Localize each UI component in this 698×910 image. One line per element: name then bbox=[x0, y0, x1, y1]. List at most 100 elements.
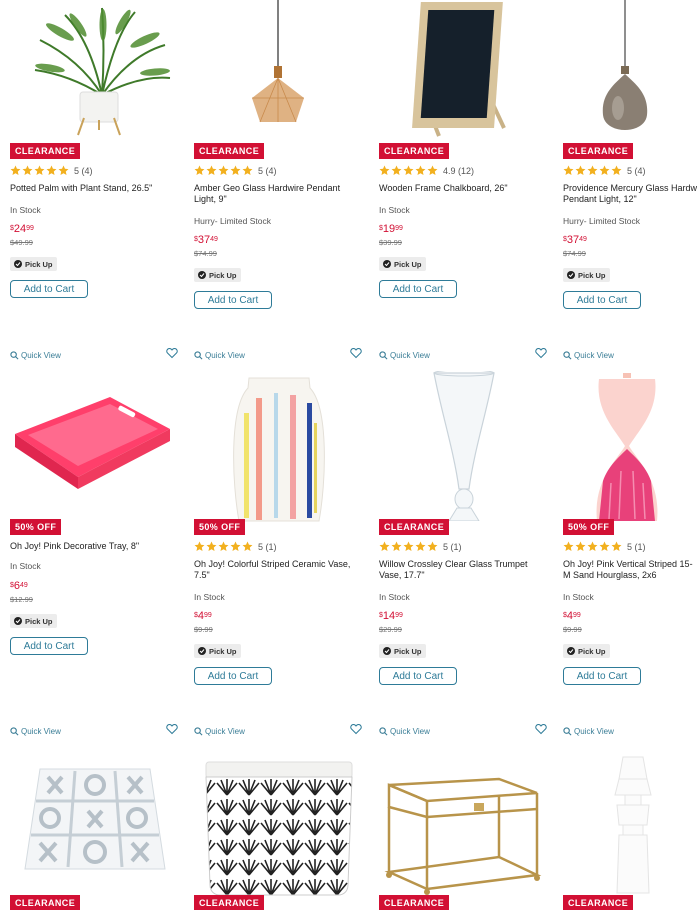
star-icon bbox=[194, 541, 205, 551]
pickup-tag: Pick Up bbox=[379, 644, 426, 658]
add-to-cart-button[interactable]: Add to Cart bbox=[563, 667, 641, 685]
heart-icon[interactable] bbox=[535, 723, 547, 735]
star-rating-icon bbox=[563, 165, 622, 176]
product-name[interactable]: Willow Crossley Clear Glass Trumpet Vase… bbox=[379, 559, 544, 581]
star-rating-icon bbox=[563, 541, 622, 552]
add-to-cart-button[interactable]: Add to Cart bbox=[194, 291, 272, 309]
check-icon bbox=[198, 271, 206, 279]
rating[interactable]: 5 (4) bbox=[194, 165, 277, 176]
product-image-tic-tac-toe[interactable] bbox=[10, 749, 180, 889]
star-icon bbox=[206, 165, 217, 175]
product-image-white-candle[interactable] bbox=[563, 755, 698, 895]
pickup-tag: Pick Up bbox=[10, 257, 57, 271]
star-icon bbox=[427, 541, 438, 551]
check-icon bbox=[567, 647, 575, 655]
pickup-tag: Pick Up bbox=[10, 614, 57, 628]
add-to-cart-button[interactable]: Add to Cart bbox=[10, 637, 88, 655]
star-icon bbox=[22, 165, 33, 175]
product-image-hourglass[interactable] bbox=[563, 371, 698, 521]
product-name[interactable]: Oh Joy! Pink Vertical Striped 15-M Sand … bbox=[563, 559, 698, 581]
quick-view-link[interactable]: Quick View bbox=[194, 727, 245, 736]
star-icon bbox=[403, 541, 414, 551]
star-icon bbox=[242, 541, 253, 551]
original-price: $49.99 bbox=[10, 238, 33, 247]
clearance-badge: CLEARANCE bbox=[563, 895, 634, 910]
clearance-badge: CLEARANCE bbox=[379, 143, 450, 159]
rating[interactable]: 5 (1) bbox=[379, 541, 462, 552]
product-name[interactable]: Oh Joy! Colorful Striped Ceramic Vase, 7… bbox=[194, 559, 359, 581]
star-icon bbox=[391, 165, 402, 175]
rating-count: 5 (4) bbox=[627, 165, 646, 176]
rating[interactable]: 5 (1) bbox=[194, 541, 277, 552]
clearance-badge: CLEARANCE bbox=[10, 895, 81, 910]
product-image-pink-tray[interactable] bbox=[10, 369, 180, 509]
star-rating-icon bbox=[194, 165, 253, 176]
heart-icon[interactable] bbox=[166, 347, 178, 359]
check-icon bbox=[383, 647, 391, 655]
original-price: $12.99 bbox=[10, 595, 33, 604]
star-icon bbox=[587, 541, 598, 551]
star-icon bbox=[391, 541, 402, 551]
quick-view-link[interactable]: Quick View bbox=[10, 727, 61, 736]
heart-icon[interactable] bbox=[166, 723, 178, 735]
product-image-mercury-pendant[interactable] bbox=[563, 0, 698, 138]
product-image-striped-vase[interactable] bbox=[194, 373, 364, 523]
star-rating-icon bbox=[194, 541, 253, 552]
pickup-tag: Pick Up bbox=[563, 644, 610, 658]
original-price: $9.99 bbox=[194, 625, 213, 634]
quick-view-link[interactable]: Quick View bbox=[379, 351, 430, 360]
check-icon bbox=[567, 271, 575, 279]
product-image-amber-pendant[interactable] bbox=[194, 0, 364, 138]
star-icon bbox=[34, 165, 45, 175]
search-icon bbox=[194, 351, 203, 360]
quick-view-link[interactable]: Quick View bbox=[10, 351, 61, 360]
heart-icon[interactable] bbox=[350, 723, 362, 735]
product-image-fan-pattern-planter[interactable] bbox=[194, 757, 364, 897]
clearance-badge: CLEARANCE bbox=[563, 143, 634, 159]
add-to-cart-button[interactable]: Add to Cart bbox=[10, 280, 88, 298]
original-price: $29.99 bbox=[379, 625, 402, 634]
add-to-cart-button[interactable]: Add to Cart bbox=[379, 280, 457, 298]
star-icon bbox=[230, 165, 241, 175]
quick-view-link[interactable]: Quick View bbox=[563, 727, 614, 736]
product-name[interactable]: Amber Geo Glass Hardwire Pendant Light, … bbox=[194, 183, 360, 205]
rating[interactable]: 5 (1) bbox=[563, 541, 646, 552]
product-name[interactable]: Oh Joy! Pink Decorative Tray, 8" bbox=[10, 541, 176, 552]
quick-view-link[interactable]: Quick View bbox=[194, 351, 245, 360]
stock-status: In Stock bbox=[10, 205, 41, 215]
rating[interactable]: 5 (4) bbox=[10, 165, 93, 176]
product-name[interactable]: Wooden Frame Chalkboard, 26" bbox=[379, 183, 545, 194]
quick-view-link[interactable]: Quick View bbox=[563, 351, 614, 360]
original-price: $39.99 bbox=[379, 238, 402, 247]
product-name[interactable]: Potted Palm with Plant Stand, 26.5" bbox=[10, 183, 176, 194]
product-image-potted-palm[interactable] bbox=[10, 0, 180, 138]
add-to-cart-button[interactable]: Add to Cart bbox=[563, 291, 641, 309]
product-image-trumpet-vase[interactable] bbox=[379, 371, 549, 521]
product-image-chalkboard[interactable] bbox=[379, 0, 549, 138]
sale-badge: 50% OFF bbox=[563, 519, 615, 535]
star-icon bbox=[563, 165, 574, 175]
add-to-cart-button[interactable]: Add to Cart bbox=[379, 667, 457, 685]
product-name[interactable]: Providence Mercury Glass Hardw Pendant L… bbox=[563, 183, 698, 205]
rating[interactable]: 5 (4) bbox=[563, 165, 646, 176]
stock-status: In Stock bbox=[379, 592, 410, 602]
add-to-cart-button[interactable]: Add to Cart bbox=[194, 667, 272, 685]
star-icon bbox=[403, 165, 414, 175]
star-icon bbox=[194, 165, 205, 175]
sale-badge: 50% OFF bbox=[194, 519, 246, 535]
heart-icon[interactable] bbox=[535, 347, 547, 359]
search-icon bbox=[379, 351, 388, 360]
star-icon bbox=[415, 541, 426, 551]
clearance-badge: CLEARANCE bbox=[10, 143, 81, 159]
star-icon bbox=[46, 165, 57, 175]
star-rating-icon bbox=[379, 541, 438, 552]
star-icon bbox=[206, 541, 217, 551]
rating[interactable]: 4.9 (12) bbox=[379, 165, 474, 176]
quick-view-link[interactable]: Quick View bbox=[379, 727, 430, 736]
star-rating-icon bbox=[379, 165, 438, 176]
product-image-glass-box[interactable] bbox=[379, 757, 549, 897]
pickup-tag: Pick Up bbox=[563, 268, 610, 282]
heart-icon[interactable] bbox=[350, 347, 362, 359]
clearance-badge: CLEARANCE bbox=[379, 895, 450, 910]
original-price: $9.99 bbox=[563, 625, 582, 634]
